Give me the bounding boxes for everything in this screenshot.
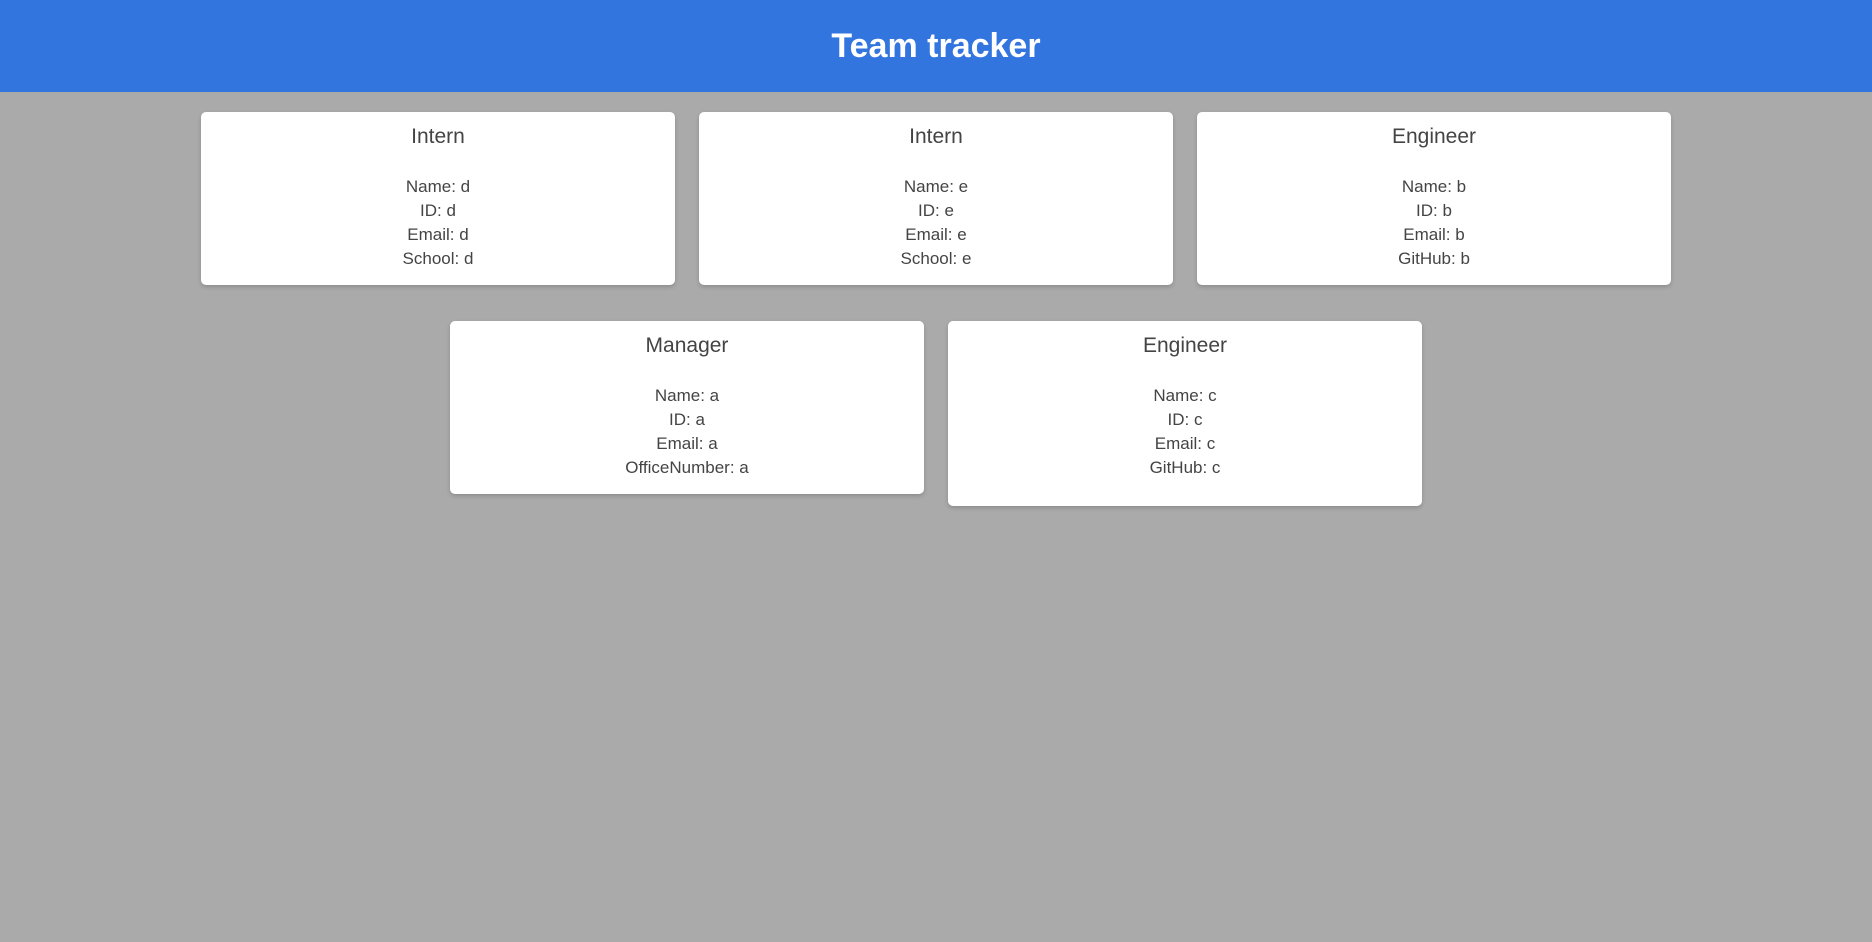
card-role: Engineer	[1142, 334, 1228, 357]
employee-card-manager-a: Manager Name: a ID: a Email: a OfficeNum…	[450, 321, 924, 494]
card-name: Name: a	[654, 386, 720, 405]
card-email: Email: c	[1154, 434, 1216, 453]
card-role: Intern	[909, 125, 963, 148]
card-github: GitHub: b	[1398, 249, 1470, 268]
card-name: Name: c	[1153, 386, 1217, 405]
employee-card-intern-d: Intern Name: d ID: d Email: d School: d	[201, 112, 675, 285]
card-role: Manager	[645, 334, 729, 357]
card-office-number: OfficeNumber: a	[625, 458, 749, 477]
card-name: Name: b	[1401, 177, 1467, 196]
page-title: Team tracker	[831, 26, 1041, 65]
card-id: ID: b	[1416, 201, 1452, 220]
card-id: ID: a	[669, 410, 705, 429]
employee-card-engineer-c: Engineer Name: c ID: c Email: c GitHub: …	[948, 321, 1422, 506]
card-id: ID: d	[420, 201, 456, 220]
employee-card-engineer-b: Engineer Name: b ID: b Email: b GitHub: …	[1197, 112, 1671, 285]
card-email: Email: a	[656, 434, 718, 453]
card-school: School: d	[402, 249, 474, 268]
card-id: ID: c	[1167, 410, 1203, 429]
card-email: Email: d	[407, 225, 469, 244]
employee-card-grid: Intern Name: d ID: d Email: d School: d …	[188, 112, 1684, 506]
employee-card-intern-e: Intern Name: e ID: e Email: e School: e	[699, 112, 1173, 285]
card-github: GitHub: c	[1149, 458, 1221, 477]
card-role: Engineer	[1391, 125, 1477, 148]
card-id: ID: e	[918, 201, 954, 220]
card-name: Name: d	[405, 177, 471, 196]
card-role: Intern	[411, 125, 465, 148]
page-header: Team tracker	[0, 0, 1872, 92]
card-email: Email: b	[1403, 225, 1465, 244]
card-email: Email: e	[905, 225, 967, 244]
card-name: Name: e	[903, 177, 969, 196]
card-school: School: e	[900, 249, 972, 268]
